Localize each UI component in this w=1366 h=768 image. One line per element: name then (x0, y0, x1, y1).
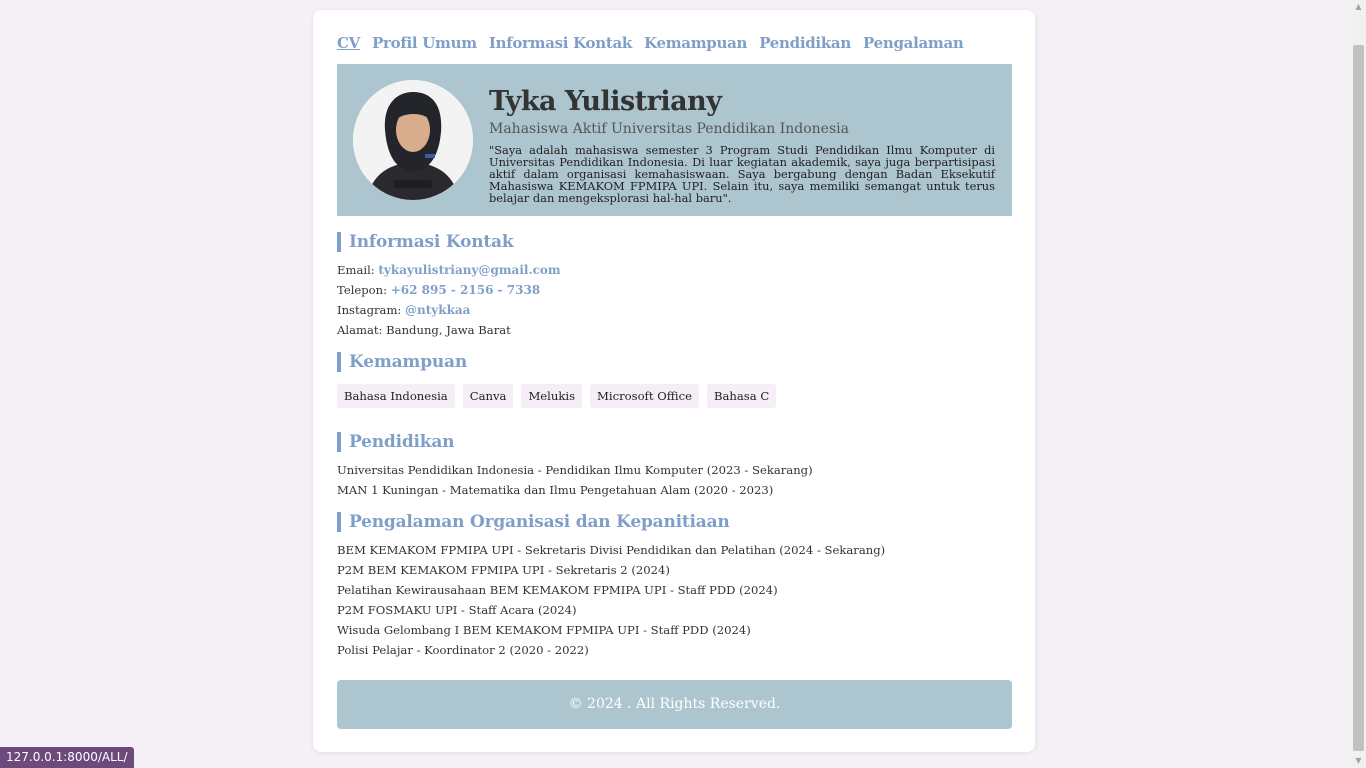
experience-item: BEM KEMAKOM FPMIPA UPI - Sekretaris Divi… (337, 543, 886, 557)
skill-chip: Bahasa C (707, 384, 777, 408)
section-title-education: Pendidikan (337, 432, 455, 452)
vertical-scrollbar[interactable]: ▲ ▼ (1351, 0, 1366, 768)
nav-link-kemampuan[interactable]: Kemampuan (644, 34, 747, 52)
contact-phone-label: Telepon: (337, 283, 388, 297)
nav-link-informasi-kontak[interactable]: Informasi Kontak (489, 34, 632, 52)
section-title-contact: Informasi Kontak (337, 232, 514, 252)
page-footer: © 2024 . All Rights Reserved. (337, 680, 1012, 729)
contact-address-label: Alamat: (337, 323, 383, 337)
profile-description: "Saya adalah mahasiswa semester 3 Progra… (489, 143, 995, 205)
skill-chip: Melukis (521, 384, 583, 408)
profile-name: Tyka Yulistriany (489, 86, 722, 117)
nav-link-cv[interactable]: CV (337, 34, 360, 52)
contact-phone-row: Telepon: +62 895 - 2156 - 7338 (337, 283, 540, 297)
experience-item: Wisuda Gelombang I BEM KEMAKOM FPMIPA UP… (337, 623, 751, 637)
skill-chip: Canva (462, 384, 514, 408)
experience-item: P2M BEM KEMAKOM FPMIPA UPI - Sekretaris … (337, 563, 670, 577)
section-title-skills: Kemampuan (337, 352, 467, 372)
profile-photo (353, 80, 473, 200)
contact-address-row: Alamat: Bandung, Jawa Barat (337, 323, 511, 337)
experience-item: Polisi Pelajar - Koordinator 2 (2020 - 2… (337, 643, 589, 657)
contact-email-label: Email: (337, 263, 375, 277)
skills-list: Bahasa Indonesia Canva Melukis Microsoft Of… (337, 384, 784, 408)
scroll-up-arrow-icon[interactable]: ▲ (1351, 0, 1366, 14)
section-title-experience: Pengalaman Organisasi dan Kepanitiaan (337, 512, 730, 532)
skill-chip: Microsoft Office (590, 384, 699, 408)
scrollbar-thumb[interactable] (1353, 45, 1364, 751)
nav-link-pengalaman[interactable]: Pengalaman (863, 34, 964, 52)
profile-header: Tyka Yulistriany Mahasiswa Aktif Univers… (337, 64, 1012, 216)
experience-item: P2M FOSMAKU UPI - Staff Acara (2024) (337, 603, 577, 617)
profile-photo-illustration (353, 80, 473, 200)
contact-instagram-row: Instagram: @ntykkaa (337, 303, 470, 317)
skill-chip: Bahasa Indonesia (337, 384, 455, 408)
scroll-down-arrow-icon[interactable]: ▼ (1351, 754, 1366, 768)
contact-email-row: Email: tykayulistriany@gmail.com (337, 263, 561, 277)
contact-email-link[interactable]: tykayulistriany@gmail.com (378, 263, 560, 277)
contact-instagram-label: Instagram: (337, 303, 402, 317)
contact-phone-link[interactable]: +62 895 - 2156 - 7338 (391, 283, 540, 297)
cv-card: CV Profil Umum Informasi Kontak Kemampua… (313, 10, 1035, 752)
experience-item: Pelatihan Kewirausahaan BEM KEMAKOM FPMI… (337, 583, 778, 597)
nav-link-profil-umum[interactable]: Profil Umum (372, 34, 477, 52)
profile-subtitle: Mahasiswa Aktif Universitas Pendidikan I… (489, 121, 849, 137)
education-item: Universitas Pendidikan Indonesia - Pendi… (337, 463, 813, 477)
contact-instagram-link[interactable]: @ntykkaa (405, 303, 470, 317)
top-nav: CV Profil Umum Informasi Kontak Kemampua… (337, 33, 970, 52)
nav-link-pendidikan[interactable]: Pendidikan (759, 34, 851, 52)
contact-address-value: Bandung, Jawa Barat (386, 323, 511, 337)
education-item: MAN 1 Kuningan - Matematika dan Ilmu Pen… (337, 483, 774, 497)
status-url-bar: 127.0.0.1:8000/ALL/ (0, 747, 134, 768)
